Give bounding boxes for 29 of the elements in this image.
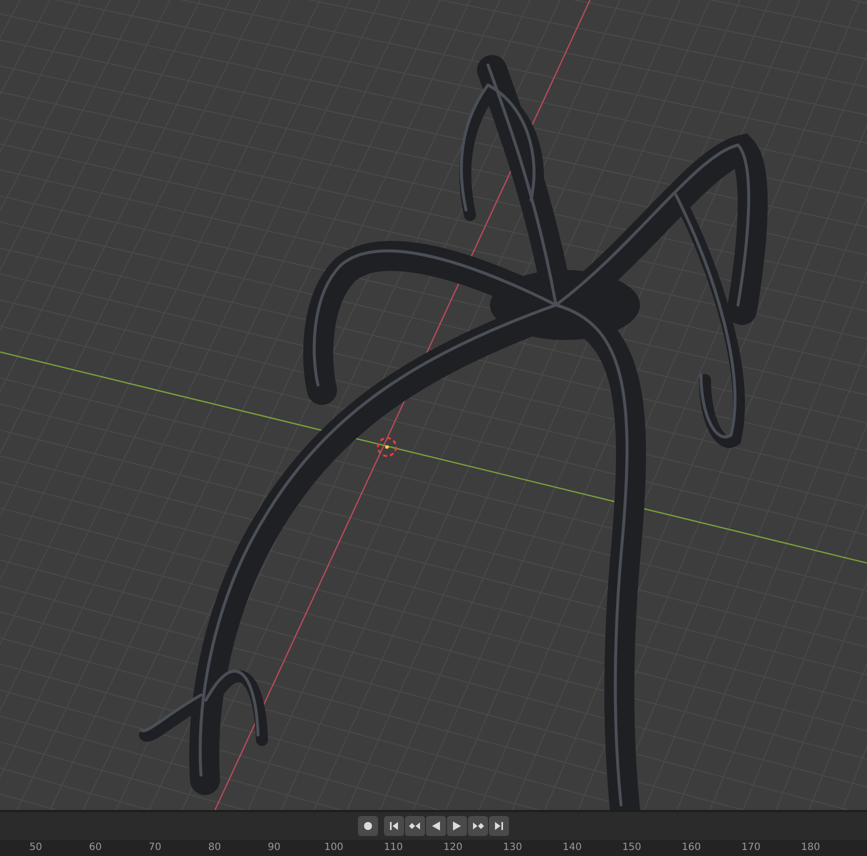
frame-number: 50 <box>29 841 42 855</box>
jump-end-button[interactable] <box>489 816 509 836</box>
frame-number: 120 <box>443 841 462 855</box>
jump-to-end-icon <box>494 821 504 831</box>
play-reverse-button[interactable] <box>426 816 446 836</box>
previous-keyframe-icon <box>409 821 421 831</box>
frame-number: 90 <box>268 841 281 855</box>
frame-number: 100 <box>324 841 344 855</box>
record-icon <box>363 821 373 831</box>
next-keyframe-icon <box>472 821 484 831</box>
prev-keyframe-button[interactable] <box>405 816 425 836</box>
frame-number: 180 <box>800 841 820 855</box>
jump-to-start-icon <box>389 821 399 831</box>
frame-number: 70 <box>148 841 162 855</box>
frame-number: 160 <box>682 841 701 855</box>
play-icon <box>452 821 462 831</box>
frame-number: 80 <box>208 841 221 855</box>
jump-start-button[interactable] <box>384 816 404 836</box>
frame-number: 130 <box>503 841 522 855</box>
play-reverse-icon <box>431 821 441 831</box>
frame-number: 60 <box>89 841 102 855</box>
frame-number: 110 <box>384 841 403 855</box>
frame-number: 150 <box>622 841 642 855</box>
frame-number: 170 <box>741 841 760 855</box>
frame-number: 140 <box>562 841 582 855</box>
next-keyframe-button[interactable] <box>468 816 488 836</box>
record-button[interactable] <box>358 816 378 836</box>
play-button[interactable] <box>447 816 467 836</box>
3d-cursor-icon[interactable] <box>377 437 397 457</box>
